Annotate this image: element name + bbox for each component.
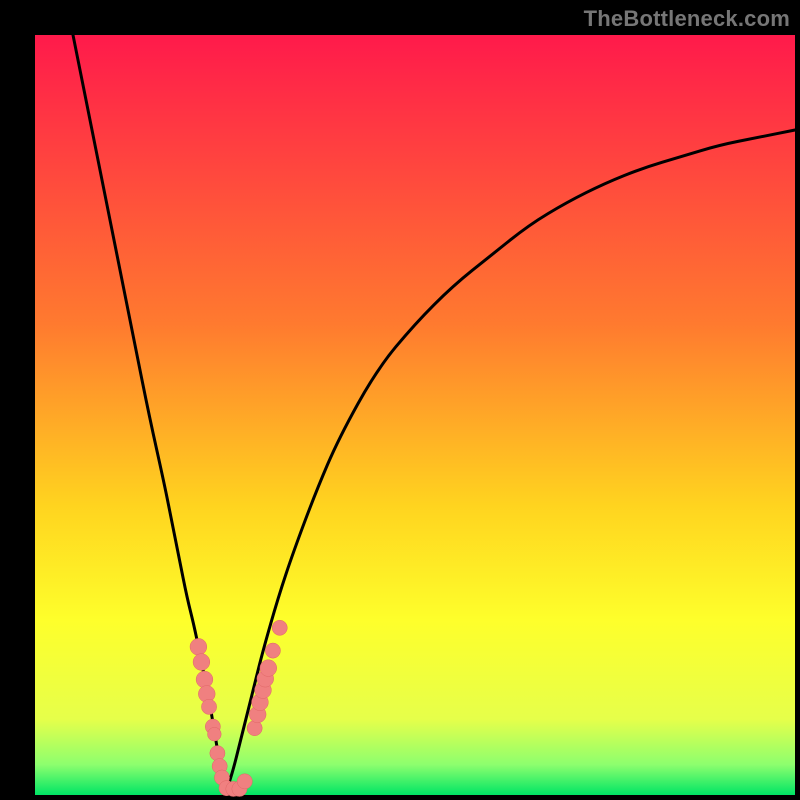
plot-area (35, 35, 795, 795)
watermark-label: TheBottleneck.com (584, 6, 790, 32)
chart-frame: TheBottleneck.com (0, 0, 800, 800)
